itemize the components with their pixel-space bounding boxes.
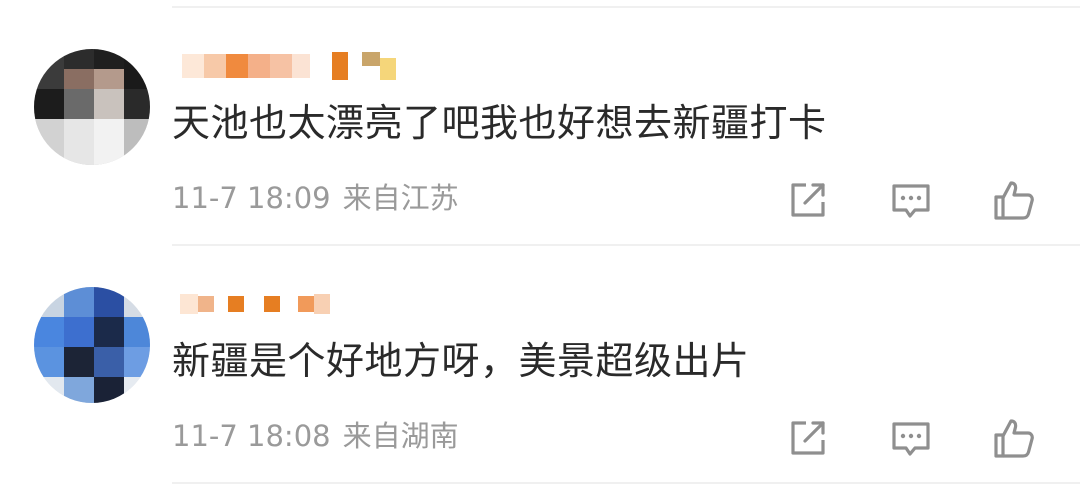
comment-location: 来自江苏 (342, 181, 459, 215)
reply-button[interactable] (889, 416, 933, 460)
comment-text: 新疆是个好地方呀，美景超级出片 (172, 339, 750, 383)
share-button[interactable] (786, 178, 830, 222)
reply-button[interactable] (889, 178, 933, 222)
thumbs-up-icon (994, 181, 1034, 220)
divider-bottom (172, 482, 1080, 484)
share-icon (791, 183, 825, 217)
comment-location: 来自湖南 (342, 419, 459, 453)
comment-icon (892, 184, 930, 218)
like-button[interactable] (992, 178, 1036, 222)
pixelated-avatar-icon (34, 287, 150, 403)
comment-item-1: 天池也太漂亮了吧我也好想去新疆打卡 11-7 18:09 来自江苏 (0, 8, 1080, 246)
pixelated-username-icon (182, 52, 396, 80)
comment-time: 11-7 18:08 (172, 419, 331, 453)
share-icon (791, 421, 825, 455)
username-pixelated[interactable] (178, 48, 418, 82)
comment-meta: 11-7 18:08 来自湖南 (172, 418, 459, 454)
pixelated-avatar-icon (34, 49, 150, 165)
comment-icon (892, 422, 930, 456)
user-avatar[interactable] (34, 49, 150, 165)
pixelated-username-icon (180, 294, 330, 314)
share-button[interactable] (786, 416, 830, 460)
comment-item-2: 新疆是个好地方呀，美景超级出片 11-7 18:08 来自湖南 (0, 246, 1080, 484)
comment-meta: 11-7 18:09 来自江苏 (172, 180, 459, 216)
like-button[interactable] (992, 416, 1036, 460)
comment-text: 天池也太漂亮了吧我也好想去新疆打卡 (172, 101, 827, 145)
thumbs-up-icon (994, 419, 1034, 458)
username-pixelated[interactable] (178, 286, 418, 320)
user-avatar[interactable] (34, 287, 150, 403)
comment-time: 11-7 18:09 (172, 181, 331, 215)
